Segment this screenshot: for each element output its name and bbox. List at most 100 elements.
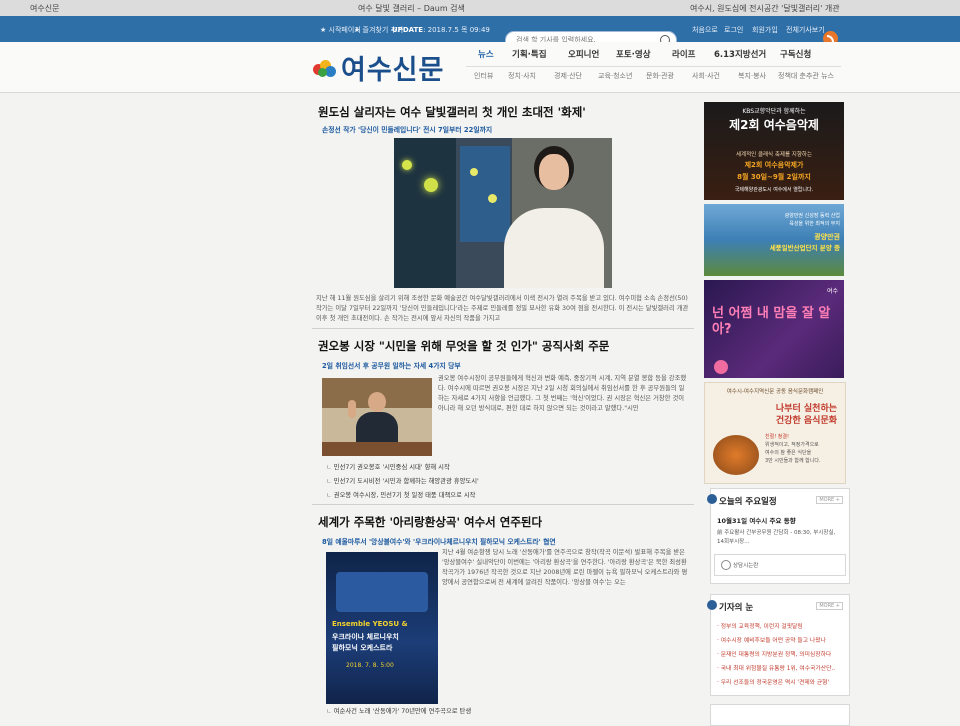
article-1-subhead[interactable]: 손정선 작가 '당신이 민들레입니다' 전시 7일부터 22일까지	[322, 124, 492, 134]
article-1-headline[interactable]: 원도심 살리자는 여수 달빛갤러리 첫 개인 초대전 '화제'	[318, 104, 586, 120]
site-header: 여수신문 뉴스 기획·특집 오피니언 포토·영상 라이프 6.13지방선거 구독…	[0, 42, 960, 93]
dandelion-icon	[402, 160, 412, 170]
nav-photo-video[interactable]: 포토·영상	[616, 48, 651, 60]
subnav-economy[interactable]: 경제·산단	[554, 71, 582, 81]
concert-poster[interactable]: Ensemble YEOSU & 우크라이나 체르니우치 필하모닉 오케스트라 …	[326, 552, 438, 704]
schedule-title: 오늘의 주요일정	[719, 497, 777, 507]
dandelion-icon	[470, 168, 478, 176]
subnav-welfare[interactable]: 복지·봉사	[738, 71, 766, 81]
raised-hand	[348, 400, 356, 418]
widget-row: 상담시는란	[710, 554, 848, 580]
article-1-photo[interactable]	[394, 138, 612, 288]
dandelion-icon	[424, 178, 438, 192]
banner-text: 여수의 참 좋은 식단을	[765, 450, 812, 456]
reporter-article-link[interactable]: · 국내 최대 위험물질 유통량 1위, 여수국가산단..	[717, 663, 835, 672]
subnav-press[interactable]: 정책대 춘추관 뉴스	[778, 71, 834, 81]
browser-tab[interactable]: 여수 달빛 갤러리 – Daum 검색	[358, 3, 465, 14]
signup-link[interactable]: 회원가입	[752, 25, 778, 35]
banner-title: 제2회 여수음악제	[729, 118, 819, 132]
banner-text: 여수시-여수지역신문 공동 음식문화캠페인	[726, 389, 824, 395]
login-link[interactable]: 로그인	[724, 25, 743, 35]
nav-life[interactable]: 라이프	[672, 48, 695, 60]
subnav-culture[interactable]: 문화·관광	[646, 71, 674, 81]
reporter-article-title: 국내 최대 위험물질 유통량 1위, 여수국가산단..	[720, 666, 836, 672]
nav-election[interactable]: 6.13지방선거	[714, 48, 766, 60]
nav-feature[interactable]: 기획·특집	[512, 48, 547, 60]
nav-subscribe[interactable]: 구독신청	[780, 48, 811, 60]
related-article-link[interactable]: 권오봉 여수시장, 민선7기 첫 일정 태풍 대책으로 시작	[326, 490, 476, 499]
subnav-politics[interactable]: 정치·사치	[508, 71, 536, 81]
banner-text: 친절! 청결!	[765, 434, 789, 440]
reporter-title: 기자의 눈	[719, 603, 754, 613]
consult-widget[interactable]: 상담시는란	[714, 554, 846, 576]
article-2-photo[interactable]	[322, 378, 432, 456]
banner-text: 제2회 여수음악제가	[744, 161, 804, 169]
reporter-article-link[interactable]: · 우리 선조들의 정국운영은 역시 '견제와 균형'	[717, 677, 829, 686]
banner-text: 위생적이고, 적정가격으로	[765, 442, 819, 448]
reporter-article-title: 문재인 대통령의 지방분권 정책, 의미심장하다	[720, 652, 832, 658]
painting-center-image	[460, 146, 510, 242]
banner-text: 세풍일반산업단지 분양 중	[769, 244, 840, 252]
subnav-interview[interactable]: 인터뷰	[474, 71, 493, 81]
podium	[322, 442, 432, 456]
top-utility-bar: ★ 시작페이지 ★ 즐겨찾기 추가 UPDATE: 2018.7.5 목 09:…	[0, 16, 960, 51]
subnav-society[interactable]: 사회·사건	[692, 71, 720, 81]
related-article-link[interactable]: 민선7기 권오봉호 '시민중심 시대' 향해 시작	[326, 462, 450, 471]
banner-title: 넌 어쩜 내 맘을 잘 알아?	[712, 306, 831, 337]
browser-tab[interactable]: 여수시, 원도심에 전시공간 '달빛갤러리' 개관	[690, 3, 840, 14]
nav-news[interactable]: 뉴스	[478, 48, 494, 60]
portrait-face	[539, 154, 569, 190]
home-link[interactable]: 처음으로	[692, 25, 718, 35]
banner-title: 건강한 음식문화	[775, 416, 837, 426]
reporter-article-link[interactable]: · 정부의 교육정책, 이런지 걸핏달림	[717, 621, 803, 630]
schedule-date[interactable]: 10월31일 여수시 주요 동향	[717, 515, 796, 525]
reporter-eye-box: 기자의 눈 MORE + · 정부의 교육정책, 이런지 걸핏달림 · 여수시장…	[707, 594, 850, 696]
portrait-face	[368, 392, 386, 412]
browser-tab-strip: 여수신문 여수 달빛 갤러리 – Daum 검색 여수시, 원도심에 전시공간 …	[0, 0, 960, 17]
food-culture-banner[interactable]: 여수시-여수지역신문 공동 음식문화캠페인 나부터 실천하는 건강한 음식문화 …	[704, 382, 846, 484]
yeosu-promo-banner[interactable]: 여수 넌 어쩜 내 맘을 잘 알아?	[704, 280, 844, 378]
poster-subtitle: 우크라이나 체르니우치	[332, 633, 399, 641]
article-divider	[312, 328, 694, 329]
all-articles-link[interactable]: 전체기사보기	[786, 25, 825, 35]
reporter-article-title: 여수시장 예비후보들 어떤 공약 들고 나왔나	[720, 638, 826, 644]
browser-tab[interactable]: 여수신문	[30, 3, 59, 14]
banner-text: 육성을 위한 최적의 부지	[789, 221, 840, 227]
article-2-headline[interactable]: 권오봉 시장 "시민을 위해 무엇을 할 것 인가" 공직사회 주문	[318, 338, 609, 354]
reporter-article-title: 정부의 교육정책, 이런지 걸핏달림	[720, 624, 803, 630]
reporter-more-button[interactable]: MORE +	[816, 602, 843, 610]
banner-text: 8월 30일~9월 2일까지	[737, 173, 811, 181]
poster-title: Ensemble YEOSU &	[332, 620, 408, 628]
article-divider	[312, 504, 694, 505]
related-article-link[interactable]: 민선7기 도시비전 '시민과 함께하는 해양관광 휴양도시'	[326, 476, 479, 485]
schedule-item[interactable]: 前 주요활사 간부공무원 간담회 - 08:30, 부시장실, 14회부시장..…	[717, 529, 841, 547]
consult-icon	[721, 560, 731, 570]
music-festival-banner[interactable]: KBS교향악단과 함께하는 제2회 여수음악제 세계적인 클래식 축제를 지향하…	[704, 102, 844, 200]
article-2-summary[interactable]: 권오봉 여수시장이 공무원들에게 혁신과 변화 예측, 중장기적 시계, 지역 …	[438, 374, 690, 414]
banner-text: 광양만권 신성장 동력 산업	[784, 213, 840, 219]
article-3-summary[interactable]: 지난 4월 여순항쟁 당시 노래 '산동애가'를 연주곡으로 창작(작곡 이문석…	[442, 548, 690, 588]
flower-icon	[714, 360, 728, 374]
schedule-icon	[707, 494, 717, 504]
poster-date: 2018. 7. 8. 5:00	[346, 662, 394, 669]
schedule-more-button[interactable]: MORE +	[816, 496, 843, 504]
reporter-article-title: 우리 선조들의 정국운영은 역시 '견제와 균형'	[720, 680, 830, 686]
nav-opinion[interactable]: 오피니언	[568, 48, 599, 60]
reporter-article-link[interactable]: · 문재인 대통령의 지방분권 정책, 의미심장하다	[717, 649, 831, 658]
article-2-subhead[interactable]: 2일 취임선서 후 공무원 일하는 자세 4가지 당부	[322, 360, 461, 370]
related-article-link[interactable]: 여순사건 노래 '산동애가' 70년만에 연주곡으로 탄생	[326, 706, 471, 715]
article-3-subhead[interactable]: 8일 예울마루서 '앙상블여수'와 '우크라이나체르니우치 필하모닉 오케스트라…	[322, 536, 556, 546]
logo-text: 여수신문	[341, 55, 445, 86]
poster-stage-image	[336, 572, 428, 612]
article-1-summary[interactable]: 지난 해 11월 원도심을 살리기 위해 조성한 문화 예술공간 여수달빛갤러리…	[316, 294, 690, 324]
article-3-headline[interactable]: 세계가 주목한 '아리랑환상곡' 여수서 연주된다	[318, 514, 542, 530]
banner-brand: 여수	[826, 288, 838, 295]
subnav-education[interactable]: 교육·청소년	[598, 71, 632, 81]
nav-divider	[466, 66, 841, 67]
reporter-article-link[interactable]: · 여수시장 예비후보들 어떤 공약 들고 나왔나	[717, 635, 826, 644]
next-sidebar-box	[710, 704, 850, 726]
food-dish-image	[713, 435, 759, 475]
update-label: UPDATE	[392, 26, 424, 34]
industrial-complex-banner[interactable]: 광양만권 신성장 동력 산업 육성을 위한 최적의 부지 광양만권 세풍일반산업…	[704, 204, 844, 276]
consult-label: 상담시는란	[733, 563, 759, 569]
